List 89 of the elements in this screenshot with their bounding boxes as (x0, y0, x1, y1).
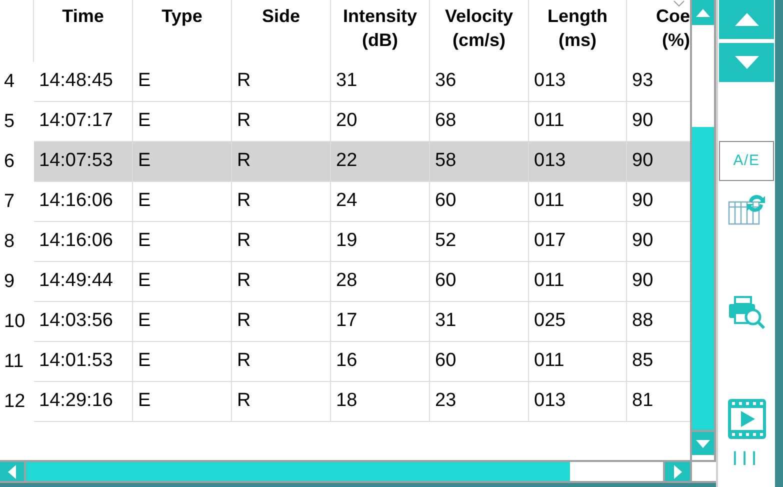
scrollbar-thumb[interactable] (26, 462, 570, 481)
table-cell: E (133, 342, 232, 382)
row-number: 6 (4, 150, 15, 174)
up-arrow-icon (734, 13, 758, 26)
column-header[interactable]: Time (62, 4, 104, 28)
scroll-left-button[interactable] (0, 462, 26, 481)
table-cell: R (232, 262, 331, 302)
column-header[interactable]: Coe (%) (656, 4, 690, 52)
row-number: 12 (4, 390, 26, 414)
table-cell: 013 (529, 382, 627, 422)
table-cell: E (133, 102, 232, 142)
table-cell: 16 (331, 342, 430, 382)
scrollbar-thumb[interactable] (692, 127, 714, 430)
table-cell: 017 (529, 222, 627, 262)
table-cell: 22 (331, 142, 430, 182)
scroll-up-button[interactable] (692, 0, 714, 25)
row-number: 7 (4, 190, 15, 214)
table-cell: 011 (529, 182, 627, 222)
table-cell: E (133, 62, 232, 102)
table-cell: 68 (430, 102, 529, 142)
row-number: 8 (4, 230, 15, 254)
sort-chevron-icon (673, 0, 685, 7)
table-cell: E (133, 302, 232, 342)
table-cell: R (232, 142, 331, 182)
table-cell: 14:03:56 (34, 302, 133, 342)
table-cell: R (232, 182, 331, 222)
scroll-down-button[interactable] (692, 430, 714, 455)
row-number: 9 (4, 270, 15, 294)
table-cell: 60 (430, 262, 529, 302)
page-down-button[interactable] (719, 43, 774, 82)
table-cell: 24 (331, 182, 430, 222)
column-header[interactable]: Length (ms) (548, 4, 608, 52)
table-cell: 36 (430, 62, 529, 102)
right-arrow-icon (674, 464, 682, 478)
table-cell: 18 (331, 382, 430, 422)
column-header[interactable]: Side (262, 4, 300, 28)
table-cell: R (232, 102, 331, 142)
row-number: 11 (4, 350, 24, 374)
table-cell: 20 (331, 102, 430, 142)
scroll-right-button[interactable] (663, 462, 690, 481)
table-cell: 60 (430, 182, 529, 222)
up-arrow-icon (696, 8, 710, 16)
table-cell: 14:16:06 (34, 182, 133, 222)
table-cell: 14:16:06 (34, 222, 133, 262)
table-cell: 14:49:44 (34, 262, 133, 302)
table-cell: 011 (529, 102, 627, 142)
table-cell: 28 (331, 262, 430, 302)
table-cell: 31 (430, 302, 529, 342)
table-cell: 14:29:16 (34, 382, 133, 422)
table-cell: R (232, 342, 331, 382)
table-cell: R (232, 62, 331, 102)
table-cell: 14:01:53 (34, 342, 133, 382)
down-arrow-icon (696, 440, 710, 448)
column-header[interactable]: Velocity (cm/s) (444, 4, 514, 52)
table-cell: E (133, 262, 232, 302)
row-number: 4 (4, 70, 15, 94)
column-header[interactable]: Type (162, 4, 202, 28)
column-header[interactable]: Intensity (dB) (342, 4, 417, 52)
table-cell: E (133, 222, 232, 262)
table-cell: 14:07:53 (34, 142, 133, 182)
row-number: 5 (4, 110, 15, 134)
table-cell: 14:48:45 (34, 62, 133, 102)
table-cell: 17 (331, 302, 430, 342)
table-cell: R (232, 222, 331, 262)
table-cell: 025 (529, 302, 627, 342)
table-cell: 011 (529, 342, 627, 382)
table-cell: 52 (430, 222, 529, 262)
row-number: 10 (4, 310, 26, 334)
table-cell: 31 (331, 62, 430, 102)
table-cell: 90 (627, 142, 690, 182)
page-up-button[interactable] (719, 0, 774, 39)
table-cell: 011 (529, 262, 627, 302)
table-cell: 60 (430, 342, 529, 382)
table-cell: 19 (331, 222, 430, 262)
print-preview-icon[interactable] (726, 295, 766, 329)
table-cell: R (232, 382, 331, 422)
table-cell: E (133, 182, 232, 222)
table-cell: 58 (430, 142, 529, 182)
down-arrow-icon (734, 56, 758, 69)
table-cell: R (232, 302, 331, 342)
table-cell: 23 (430, 382, 529, 422)
table-cell: E (133, 142, 232, 182)
table-cell: 013 (529, 62, 627, 102)
video-play-icon[interactable] (728, 399, 766, 439)
table-refresh-icon[interactable] (726, 193, 766, 227)
left-arrow-icon (8, 464, 16, 478)
table-cell: E (133, 382, 232, 422)
table-cell: 013 (529, 142, 627, 182)
table-cell: 14:07:17 (34, 102, 133, 142)
